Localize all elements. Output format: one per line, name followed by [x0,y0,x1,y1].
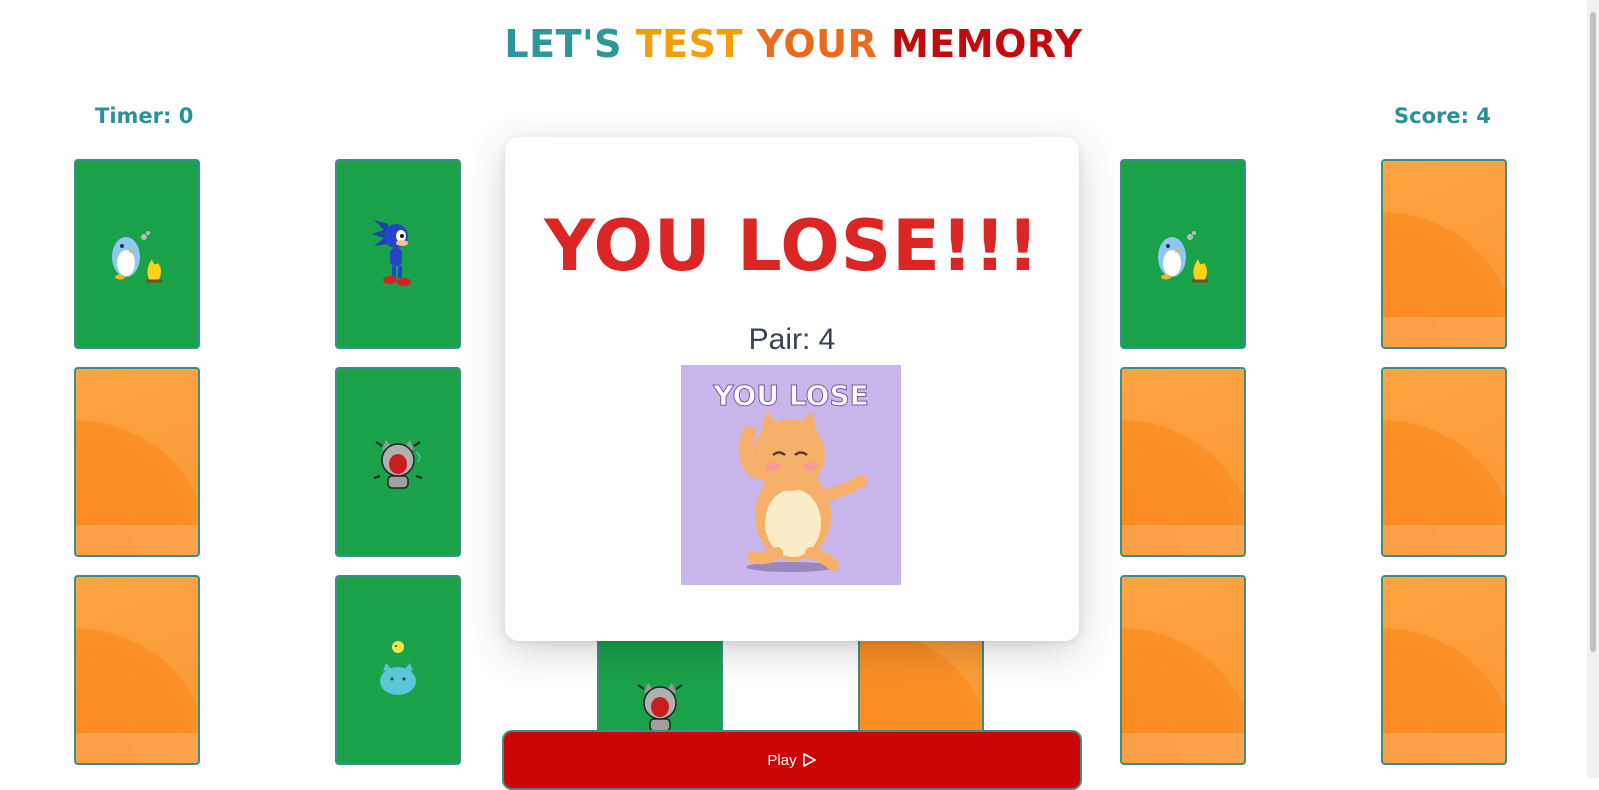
penguin-campfire-icon [1158,231,1208,283]
game-over-modal: YOU LOSE!!! Pair: 4 YOU LOSE [505,137,1079,641]
pair-count: Pair: 4 [748,323,836,356]
title-word-test: TEST [635,22,743,66]
penguin-campfire-icon [112,231,162,283]
timer-display: Timer: 0 [95,104,194,128]
card-10[interactable] [1120,367,1246,557]
title-word-lets: LET'S [504,22,623,66]
card-11[interactable] [1120,575,1246,765]
card-13[interactable] [1381,367,1507,557]
play-button[interactable]: Play [502,730,1082,790]
you-lose-image: YOU LOSE [681,365,901,585]
title-word-memory: MEMORY [890,22,1083,66]
page-title: LET'S TEST YOUR MEMORY [0,22,1587,66]
blue-creature-chick-icon [380,641,416,695]
card-5[interactable] [335,367,461,557]
card-14[interactable] [1381,575,1507,765]
card-2[interactable] [74,367,200,557]
score-display: Score: 4 [1394,104,1491,128]
image-caption: YOU LOSE [712,379,869,412]
card-3[interactable] [74,575,200,765]
card-1[interactable] [74,159,200,349]
sonic-hedgehog-icon [372,220,411,286]
lose-heading: YOU LOSE!!! [544,205,1040,287]
screaming-cat-icon [637,683,683,732]
card-6[interactable] [335,575,461,765]
card-4[interactable] [335,159,461,349]
dancing-hamster-icon: YOU LOSE [712,379,869,572]
scrollbar-thumb[interactable] [1590,12,1596,652]
page-scrollbar[interactable] [1587,0,1599,778]
play-triangle-icon [801,752,817,788]
card-9[interactable] [1120,159,1246,349]
title-word-your: YOUR [756,22,878,66]
screaming-cat-icon [373,440,423,489]
play-button-label: Play [767,752,797,769]
card-12[interactable] [1381,159,1507,349]
